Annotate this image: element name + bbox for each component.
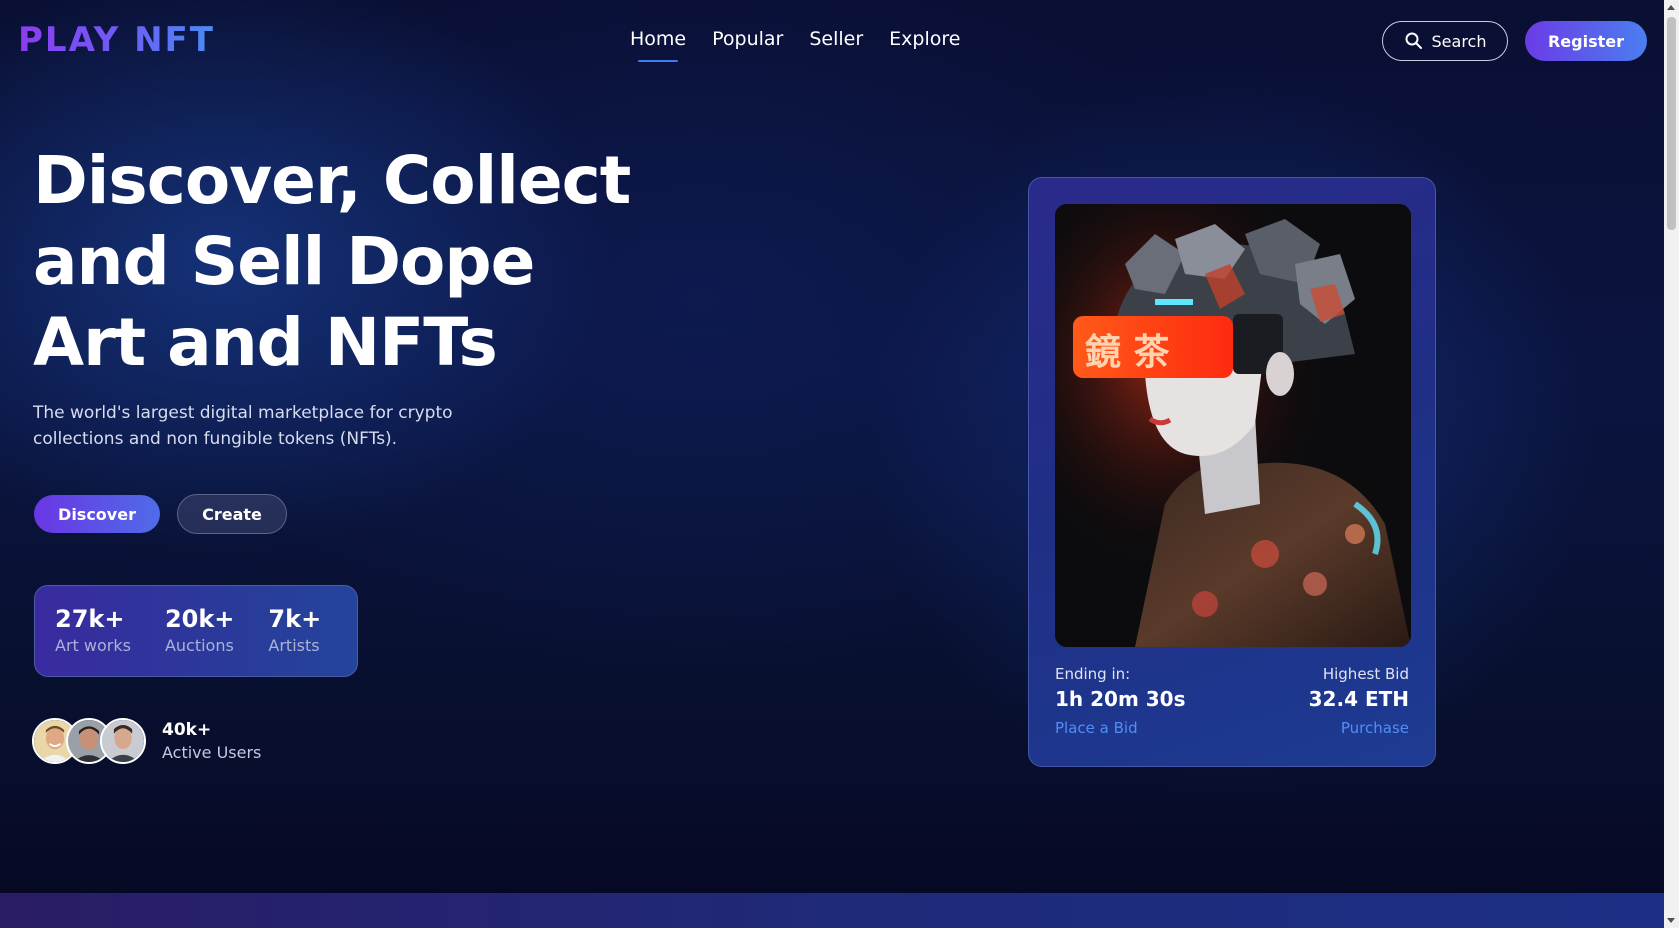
active-users: 40k+ Active Users	[32, 718, 261, 764]
stat-label: Auctions	[164, 636, 234, 655]
active-users-text: 40k+ Active Users	[162, 720, 261, 762]
search-label: Search	[1431, 31, 1487, 51]
discover-button[interactable]: Discover	[34, 495, 160, 533]
avatar	[100, 718, 146, 764]
nav-seller[interactable]: Seller	[809, 28, 863, 58]
ending-label: Ending in:	[1055, 665, 1131, 683]
hero-title: Discover, Collect and Sell Dope Art and …	[33, 140, 653, 383]
active-users-count: 40k+	[162, 720, 212, 740]
hero-subtitle: The world's largest digital marketplace …	[33, 403, 453, 449]
nav-explore[interactable]: Explore	[889, 28, 960, 58]
avatar-group	[32, 718, 146, 764]
scroll-down-icon[interactable]	[1667, 918, 1675, 923]
nft-card: 鏡 茶 Ending in: 1h 20m 30s Place a Bid Hi…	[1028, 177, 1436, 767]
main-nav: Home Popular Seller Explore	[630, 28, 960, 62]
hero-title-line-1: Discover, Collect	[33, 142, 631, 219]
stat-artists: 7k+ Artists	[268, 606, 321, 676]
hero-title-line-3: Art and NFTs	[33, 304, 498, 381]
highest-bid-value: 32.4 ETH	[1308, 687, 1409, 711]
stat-value: 7k+	[268, 605, 322, 633]
stat-auctions: 20k+ Auctions	[165, 606, 234, 676]
stat-label: Art works	[55, 636, 131, 655]
register-button[interactable]: Register	[1525, 21, 1647, 61]
stat-value: 20k+	[164, 605, 235, 633]
purchase-link[interactable]: Purchase	[1309, 719, 1409, 737]
ending-countdown: 1h 20m 30s	[1055, 687, 1186, 711]
logo[interactable]: PLAY NFT	[18, 20, 215, 60]
nav-home[interactable]: Home	[630, 28, 686, 62]
scroll-up-icon[interactable]	[1667, 5, 1675, 10]
stat-value: 27k+	[55, 605, 125, 633]
scroll-thumb[interactable]	[1667, 17, 1676, 230]
page-scrollbar[interactable]	[1664, 0, 1679, 928]
next-section-band	[0, 893, 1664, 928]
card-bid-block: Highest Bid 32.4 ETH Purchase	[1309, 665, 1409, 737]
page: PLAY NFT Home Popular Seller Explore Sea…	[0, 0, 1664, 928]
active-users-label: Active Users	[162, 743, 262, 762]
stat-art-works: 27k+ Art works	[55, 606, 131, 676]
hero-title-line-2: and Sell Dope	[33, 223, 535, 300]
card-ending-block: Ending in: 1h 20m 30s Place a Bid	[1055, 665, 1186, 737]
create-button[interactable]: Create	[177, 494, 287, 534]
stat-label: Artists	[268, 636, 320, 655]
nav-popular[interactable]: Popular	[712, 28, 783, 58]
stats-panel: 27k+ Art works 20k+ Auctions 7k+ Artists	[34, 585, 358, 677]
highest-bid-label: Highest Bid	[1322, 665, 1409, 683]
visor-text: 鏡 茶	[1085, 332, 1171, 373]
search-button[interactable]: Search	[1382, 21, 1508, 61]
search-icon	[1404, 31, 1424, 51]
place-bid-link[interactable]: Place a Bid	[1055, 719, 1186, 737]
nft-image[interactable]: 鏡 茶	[1055, 204, 1411, 647]
